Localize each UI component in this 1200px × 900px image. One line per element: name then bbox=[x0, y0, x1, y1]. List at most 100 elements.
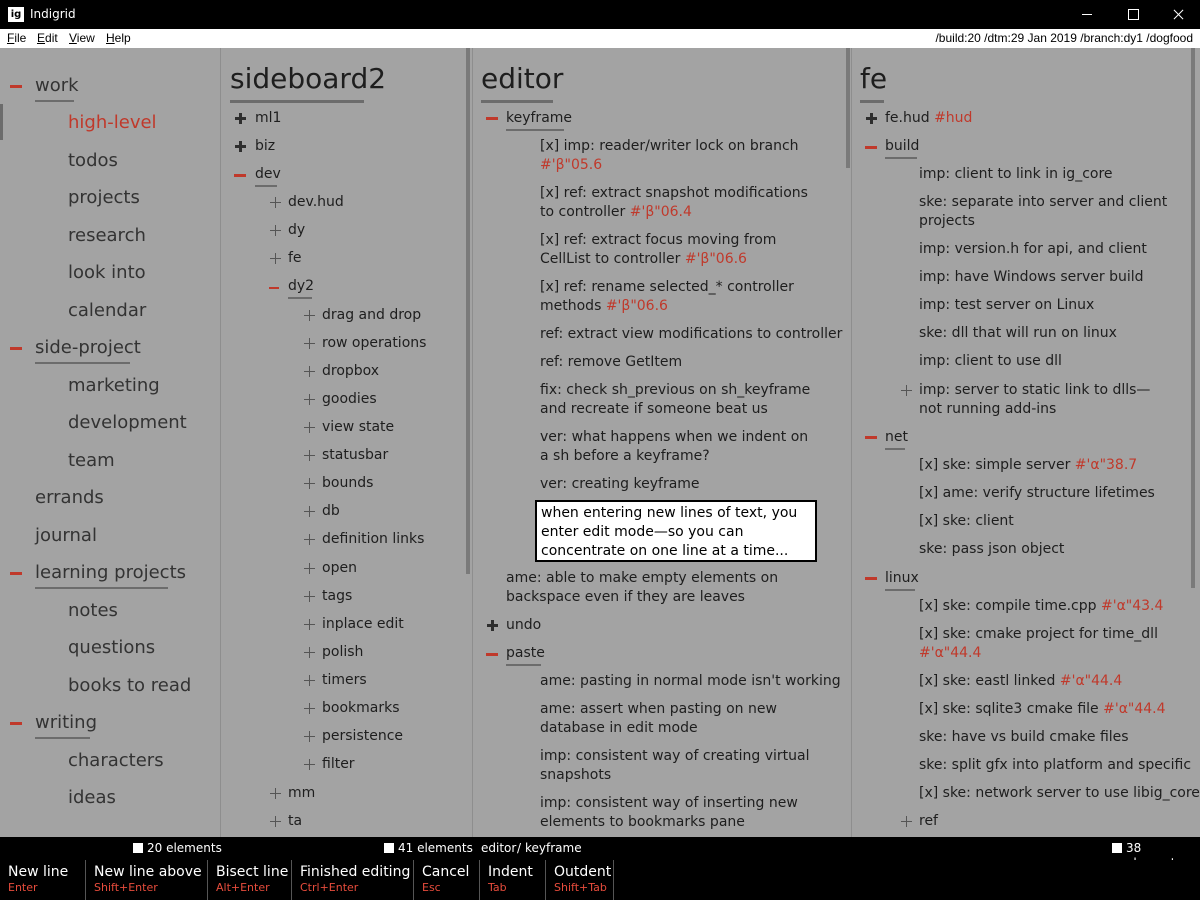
list-item[interactable]: [x] ame: verify structure lifetimes bbox=[919, 484, 1155, 503]
tree-item-filter[interactable]: filter bbox=[322, 755, 355, 774]
tree-item-definition-links[interactable]: definition links bbox=[322, 530, 424, 549]
nav-item-high-level[interactable]: high-level bbox=[68, 111, 157, 135]
list-item[interactable]: ske: split gfx into platform and specifi… bbox=[919, 756, 1191, 775]
list-item[interactable]: ame: assert when pasting on new database… bbox=[540, 700, 820, 737]
tree-item-db[interactable]: db bbox=[322, 502, 340, 521]
tree-item-dy2[interactable]: dy2 bbox=[288, 277, 314, 299]
tree-item-keyframe[interactable]: keyframe bbox=[506, 109, 572, 131]
nav-scroll-indicator[interactable] bbox=[0, 104, 3, 140]
expand-icon[interactable] bbox=[304, 506, 315, 517]
tree-item-ml1[interactable]: ml1 bbox=[255, 109, 281, 128]
expand-icon[interactable] bbox=[270, 225, 281, 236]
list-item[interactable]: imp: server to static link to dlls—not r… bbox=[919, 381, 1169, 418]
list-item[interactable]: [x] ref: extract snapshot modifications … bbox=[540, 184, 820, 221]
editor-scrollbar[interactable] bbox=[846, 48, 850, 168]
menu-view[interactable]: View bbox=[69, 31, 95, 46]
expand-icon[interactable] bbox=[304, 338, 315, 349]
collapse-icon[interactable] bbox=[865, 146, 877, 149]
nav-item-calendar[interactable]: calendar bbox=[68, 299, 146, 323]
tree-item-mm[interactable]: mm bbox=[288, 784, 315, 803]
expand-icon[interactable] bbox=[304, 366, 315, 377]
list-item[interactable]: ske: separate into server and client pro… bbox=[919, 193, 1169, 230]
collapse-icon[interactable] bbox=[10, 85, 22, 88]
cmd-indent[interactable]: Indent Tab bbox=[480, 860, 546, 900]
maximize-icon[interactable] bbox=[1110, 0, 1156, 29]
tree-item-ta[interactable]: ta bbox=[288, 812, 302, 831]
cmd-finished-editing[interactable]: Finished editing Ctrl+Enter bbox=[292, 860, 414, 900]
list-item[interactable]: imp: version.h for api, and client bbox=[919, 240, 1147, 259]
expand-icon[interactable] bbox=[304, 703, 315, 714]
expand-icon[interactable] bbox=[901, 385, 912, 396]
expand-icon[interactable] bbox=[304, 647, 315, 658]
list-item[interactable]: imp: client to link in ig_core bbox=[919, 165, 1113, 184]
expand-icon[interactable] bbox=[270, 253, 281, 264]
fe-scrollbar[interactable] bbox=[1191, 48, 1195, 588]
tree-item-open[interactable]: open bbox=[322, 559, 357, 578]
close-icon[interactable] bbox=[1155, 0, 1200, 29]
nav-item-journal[interactable]: journal bbox=[35, 524, 97, 548]
sideboard-scrollbar[interactable] bbox=[466, 48, 470, 574]
expand-icon[interactable] bbox=[235, 113, 246, 124]
nav-item-marketing[interactable]: marketing bbox=[68, 374, 160, 398]
expand-icon[interactable] bbox=[235, 141, 246, 152]
list-item[interactable]: ame: pasting in normal mode isn't workin… bbox=[540, 672, 841, 691]
nav-item-look-into[interactable]: look into bbox=[68, 261, 146, 285]
expand-icon[interactable] bbox=[304, 478, 315, 489]
list-item[interactable]: imp: client to use dll bbox=[919, 352, 1062, 371]
list-item[interactable]: [x] ske: simple server #'α"38.7 bbox=[919, 456, 1137, 475]
nav-group-learning-projects[interactable]: learning projects bbox=[35, 561, 186, 589]
tree-item-bounds[interactable]: bounds bbox=[322, 474, 373, 493]
expand-icon[interactable] bbox=[901, 816, 912, 827]
minimize-icon[interactable] bbox=[1064, 0, 1110, 29]
nav-item-research[interactable]: research bbox=[68, 224, 146, 248]
tree-item-fe-hud[interactable]: fe.hud #hud bbox=[885, 109, 972, 128]
tree-item-net[interactable]: net bbox=[885, 428, 908, 450]
tree-item-goodies[interactable]: goodies bbox=[322, 390, 377, 409]
nav-group-writing[interactable]: writing bbox=[35, 711, 97, 739]
nav-item-ideas[interactable]: ideas bbox=[68, 786, 116, 810]
nav-group-work[interactable]: work bbox=[35, 74, 79, 102]
expand-icon[interactable] bbox=[304, 422, 315, 433]
collapse-icon[interactable] bbox=[865, 577, 877, 580]
menu-edit[interactable]: Edit bbox=[37, 31, 58, 46]
list-item[interactable]: ame: able to make empty elements on back… bbox=[506, 569, 826, 606]
list-item[interactable]: imp: consistent way of inserting new ele… bbox=[540, 794, 820, 831]
cmd-outdent[interactable]: Outdent Shift+Tab bbox=[546, 860, 614, 900]
collapse-icon[interactable] bbox=[486, 653, 498, 656]
list-item[interactable]: [x] ske: compile time.cpp #'α"43.4 bbox=[919, 597, 1163, 616]
nav-item-errands[interactable]: errands bbox=[35, 486, 104, 510]
collapse-icon[interactable] bbox=[10, 347, 22, 350]
tree-item-fe[interactable]: fe bbox=[288, 249, 302, 268]
list-item[interactable]: ske: pass json object bbox=[919, 540, 1064, 559]
tree-item-dropbox[interactable]: dropbox bbox=[322, 362, 379, 381]
expand-icon[interactable] bbox=[866, 113, 877, 124]
tree-item-polish[interactable]: polish bbox=[322, 643, 363, 662]
inline-edit-field[interactable]: when entering new lines of text, you ent… bbox=[535, 500, 817, 562]
tree-item-paste[interactable]: paste bbox=[506, 644, 545, 666]
nav-item-projects[interactable]: projects bbox=[68, 186, 140, 210]
list-item[interactable]: [x] ske: network server to use libig_cor… bbox=[919, 784, 1200, 803]
list-item[interactable]: [x] ske: client bbox=[919, 512, 1014, 531]
list-item[interactable]: ske: have vs build cmake files bbox=[919, 728, 1129, 747]
cmd-new-line-above[interactable]: New line above Shift+Enter bbox=[86, 860, 208, 900]
tree-item-bookmarks[interactable]: bookmarks bbox=[322, 699, 400, 718]
list-item[interactable]: [x] ske: sqlite3 cmake file #'α"44.4 bbox=[919, 700, 1166, 719]
cmd-cancel[interactable]: Cancel Esc bbox=[414, 860, 480, 900]
tree-item-dev-hud[interactable]: dev.hud bbox=[288, 193, 344, 212]
expand-icon[interactable] bbox=[304, 450, 315, 461]
expand-icon[interactable] bbox=[304, 731, 315, 742]
menu-help[interactable]: Help bbox=[106, 31, 131, 46]
nav-group-side-project[interactable]: side-project bbox=[35, 336, 141, 364]
list-item[interactable]: ref: remove GetItem bbox=[540, 353, 682, 372]
expand-icon[interactable] bbox=[304, 619, 315, 630]
breadcrumb-root[interactable]: editor bbox=[481, 841, 516, 856]
list-item[interactable]: ske: dll that will run on linux bbox=[919, 324, 1117, 343]
expand-icon[interactable] bbox=[270, 197, 281, 208]
expand-icon[interactable] bbox=[304, 310, 315, 321]
collapse-icon[interactable] bbox=[10, 572, 22, 575]
expand-icon[interactable] bbox=[304, 591, 315, 602]
nav-item-questions[interactable]: questions bbox=[68, 636, 155, 660]
tree-item-inplace-edit[interactable]: inplace edit bbox=[322, 615, 404, 634]
collapse-icon[interactable] bbox=[10, 722, 22, 725]
nav-item-notes[interactable]: notes bbox=[68, 599, 118, 623]
